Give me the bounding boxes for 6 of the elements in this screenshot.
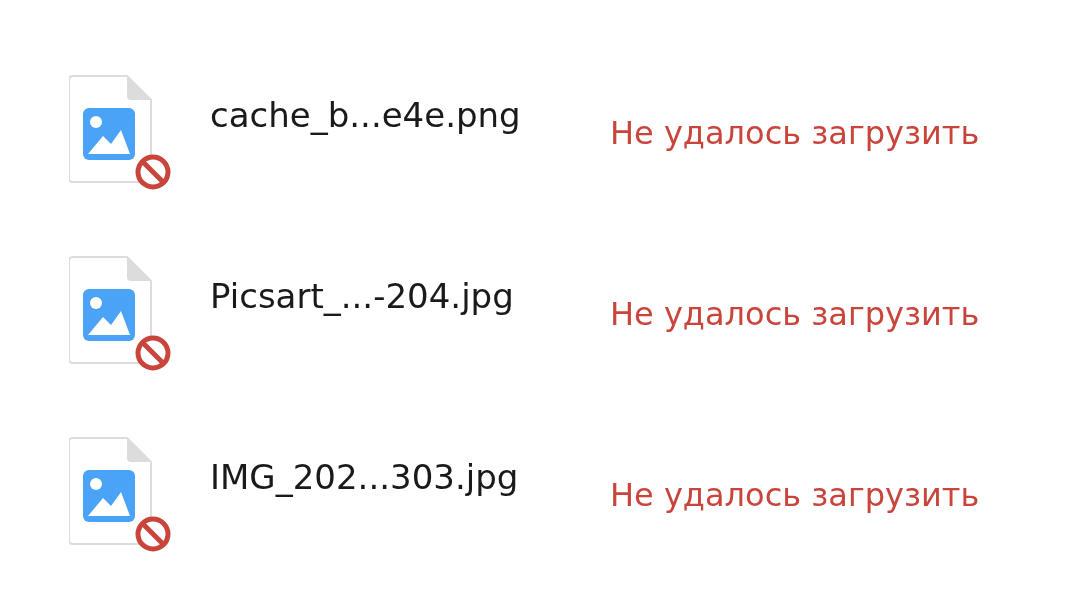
file-name: IMG_202...303.jpg bbox=[210, 456, 520, 499]
upload-status: Не удалось загрузить bbox=[610, 112, 980, 154]
file-name: Picsart_...-204.jpg bbox=[210, 275, 515, 318]
upload-status: Не удалось загрузить bbox=[610, 293, 980, 335]
upload-status: Не удалось загрузить bbox=[610, 474, 980, 516]
file-name: cache_b...e4e.png bbox=[210, 94, 522, 137]
